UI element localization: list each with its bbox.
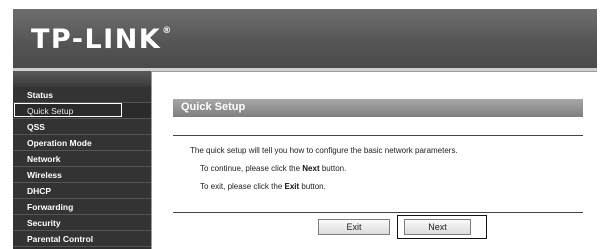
exit-button[interactable]: Exit — [318, 219, 390, 235]
sidebar-item-qss[interactable]: QSS — [13, 119, 151, 135]
page-title: Quick Setup — [181, 101, 246, 113]
sidebar-top-bar — [13, 71, 151, 87]
main-panel-left-border — [151, 71, 152, 249]
tp-link-logo: TP-LINK® — [31, 24, 173, 55]
registered-mark: ® — [162, 26, 173, 36]
exit-instruction: To exit, please click the Exit button. — [200, 182, 326, 191]
sidebar-item-quick-setup[interactable]: Quick Setup — [13, 103, 151, 119]
continue-suffix: button. — [319, 164, 347, 173]
section-title-bar: Quick Setup — [173, 99, 583, 117]
exit-bold: Exit — [284, 182, 300, 191]
exit-suffix: button. — [299, 182, 326, 191]
sidebar-item-parental-control[interactable]: Parental Control — [13, 231, 151, 247]
main-panel-top-border — [151, 71, 597, 72]
sidebar-item-network[interactable]: Network — [13, 151, 151, 167]
sidebar-item-operation-mode[interactable]: Operation Mode — [13, 135, 151, 151]
sidebar-item-security[interactable]: Security — [13, 215, 151, 231]
sidebar-item-forwarding[interactable]: Forwarding — [13, 199, 151, 215]
divider-top — [173, 135, 583, 136]
sidebar: Status Quick Setup QSS Operation Mode Ne… — [13, 71, 151, 249]
next-button[interactable]: Next — [404, 219, 471, 235]
sidebar-item-status[interactable]: Status — [13, 87, 151, 103]
header-banner: TP-LINK® — [13, 9, 597, 68]
continue-instruction: To continue, please click the Next butto… — [200, 164, 346, 173]
exit-prefix: To exit, please click the — [200, 182, 285, 191]
logo-text: TP-LINK — [31, 24, 162, 55]
sidebar-item-wireless[interactable]: Wireless — [13, 167, 151, 183]
continue-prefix: To continue, please click the — [200, 164, 303, 173]
continue-bold: Next — [302, 164, 320, 173]
intro-text: The quick setup will tell you how to con… — [190, 146, 458, 155]
divider-bottom — [173, 212, 583, 213]
sidebar-item-dhcp[interactable]: DHCP — [13, 183, 151, 199]
